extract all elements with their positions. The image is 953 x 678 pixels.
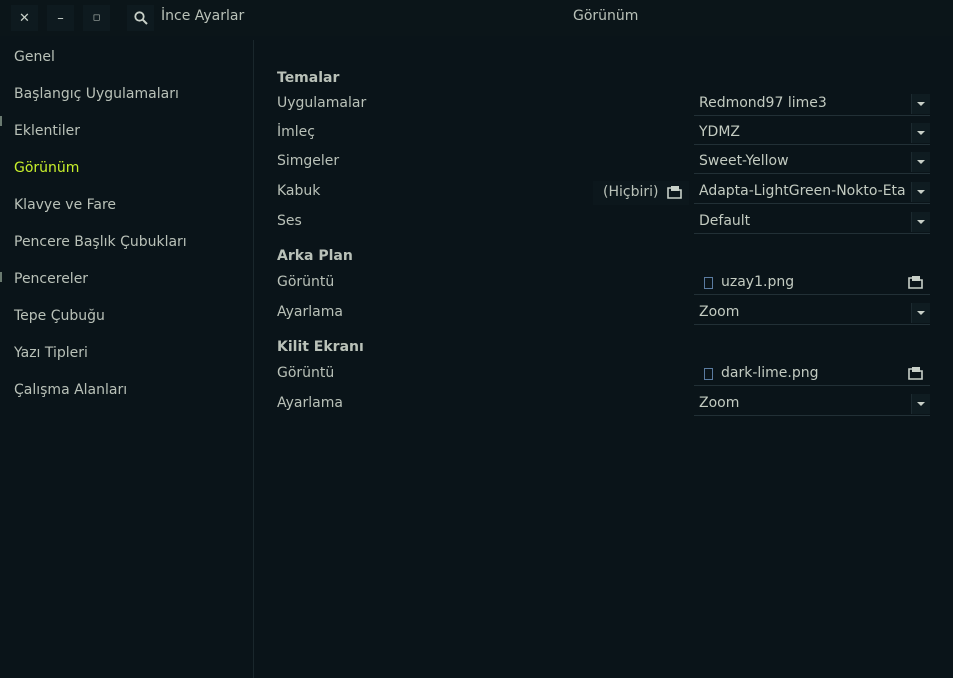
icons-theme-value: Sweet-Yellow [699,153,789,169]
sidebar-item-calisma-alanlari[interactable]: Çalışma Alanları [14,382,127,398]
sidebar-item-baslangic-uygulamalari[interactable]: Başlangıç Uygulamaları [14,86,179,102]
search-button[interactable] [127,5,154,31]
sidebar-item-pencereler[interactable]: Pencereler [14,271,88,287]
maximize-icon: ◻ [92,13,101,23]
background-adjustment-label: Ayarlama [277,304,343,320]
shell-theme-dropdown[interactable]: Adapta-LightGreen-Nokto-Eta [694,181,930,204]
maximize-button[interactable]: ◻ [83,5,110,31]
lock-screen-image-label: Görüntü [277,365,335,381]
section-heading-background: Arka Plan [277,248,353,264]
background-image-value: uzay1.png [721,274,795,290]
lock-screen-adjustment-dropdown[interactable]: Zoom [694,393,930,416]
chevron-down-icon [911,394,930,414]
image-file-icon [704,277,713,289]
sidebar-item-gorunum[interactable]: Görünüm [14,160,79,176]
section-heading-lock-screen: Kilit Ekranı [277,339,364,355]
shell-theme-value: Adapta-LightGreen-Nokto-Eta [699,183,906,199]
chevron-down-icon [911,303,930,323]
sidebar-item-klavye-ve-fare[interactable]: Klavye ve Fare [14,197,116,213]
sidebar-item-tepe-cubugu[interactable]: Tepe Çubuğu [14,308,105,324]
edge-marker [0,116,2,126]
applications-theme-dropdown[interactable]: Redmond97 lime3 [694,93,930,116]
shell-theme-label: Kabuk [277,183,321,199]
image-file-icon [704,368,713,380]
header-bar: ✕ – ◻ İnce Ayarlar Görünüm [0,0,953,36]
cursor-theme-label: İmleç [277,124,315,140]
cursor-theme-value: YDMZ [699,124,741,140]
chevron-down-icon [911,152,930,172]
app-title: İnce Ayarlar [161,8,245,24]
search-icon [133,11,148,25]
chevron-down-icon [911,182,930,202]
lock-screen-image-chooser[interactable]: dark-lime.png [694,363,930,386]
section-heading-themes: Temalar [277,70,340,86]
background-image-chooser[interactable]: uzay1.png [694,272,930,295]
applications-theme-value: Redmond97 lime3 [699,95,827,111]
shell-file-button[interactable]: (Hiçbiri) [593,181,689,205]
chevron-down-icon [911,94,930,114]
shell-file-value: (Hiçbiri) [603,184,659,200]
lock-screen-image-value: dark-lime.png [721,365,819,381]
applications-theme-label: Uygulamalar [277,95,367,111]
close-icon: ✕ [19,10,30,26]
close-button[interactable]: ✕ [11,5,38,31]
sound-theme-value: Default [699,213,751,229]
open-file-icon [667,186,682,199]
background-adjustment-dropdown[interactable]: Zoom [694,302,930,325]
edge-marker [0,272,2,282]
sound-theme-dropdown[interactable]: Default [694,211,930,234]
background-image-label: Görüntü [277,274,335,290]
icons-theme-label: Simgeler [277,153,340,169]
background-adjustment-value: Zoom [699,304,740,320]
sidebar-item-genel[interactable]: Genel [14,49,55,65]
chevron-down-icon [911,212,930,232]
lock-screen-adjustment-label: Ayarlama [277,395,343,411]
sidebar-item-pencere-baslik-cubuklari[interactable]: Pencere Başlık Çubukları [14,234,187,250]
open-file-icon [908,367,923,380]
cursor-theme-dropdown[interactable]: YDMZ [694,122,930,145]
sidebar-item-yazi-tipleri[interactable]: Yazı Tipleri [14,345,88,361]
icons-theme-dropdown[interactable]: Sweet-Yellow [694,151,930,174]
sound-theme-label: Ses [277,213,302,229]
lock-screen-adjustment-value: Zoom [699,395,740,411]
chevron-down-icon [911,123,930,143]
page-title: Görünüm [573,8,639,24]
open-file-icon [908,276,923,289]
minimize-button[interactable]: – [47,5,74,31]
minimize-icon: – [57,10,64,26]
sidebar-item-eklentiler[interactable]: Eklentiler [14,123,80,139]
